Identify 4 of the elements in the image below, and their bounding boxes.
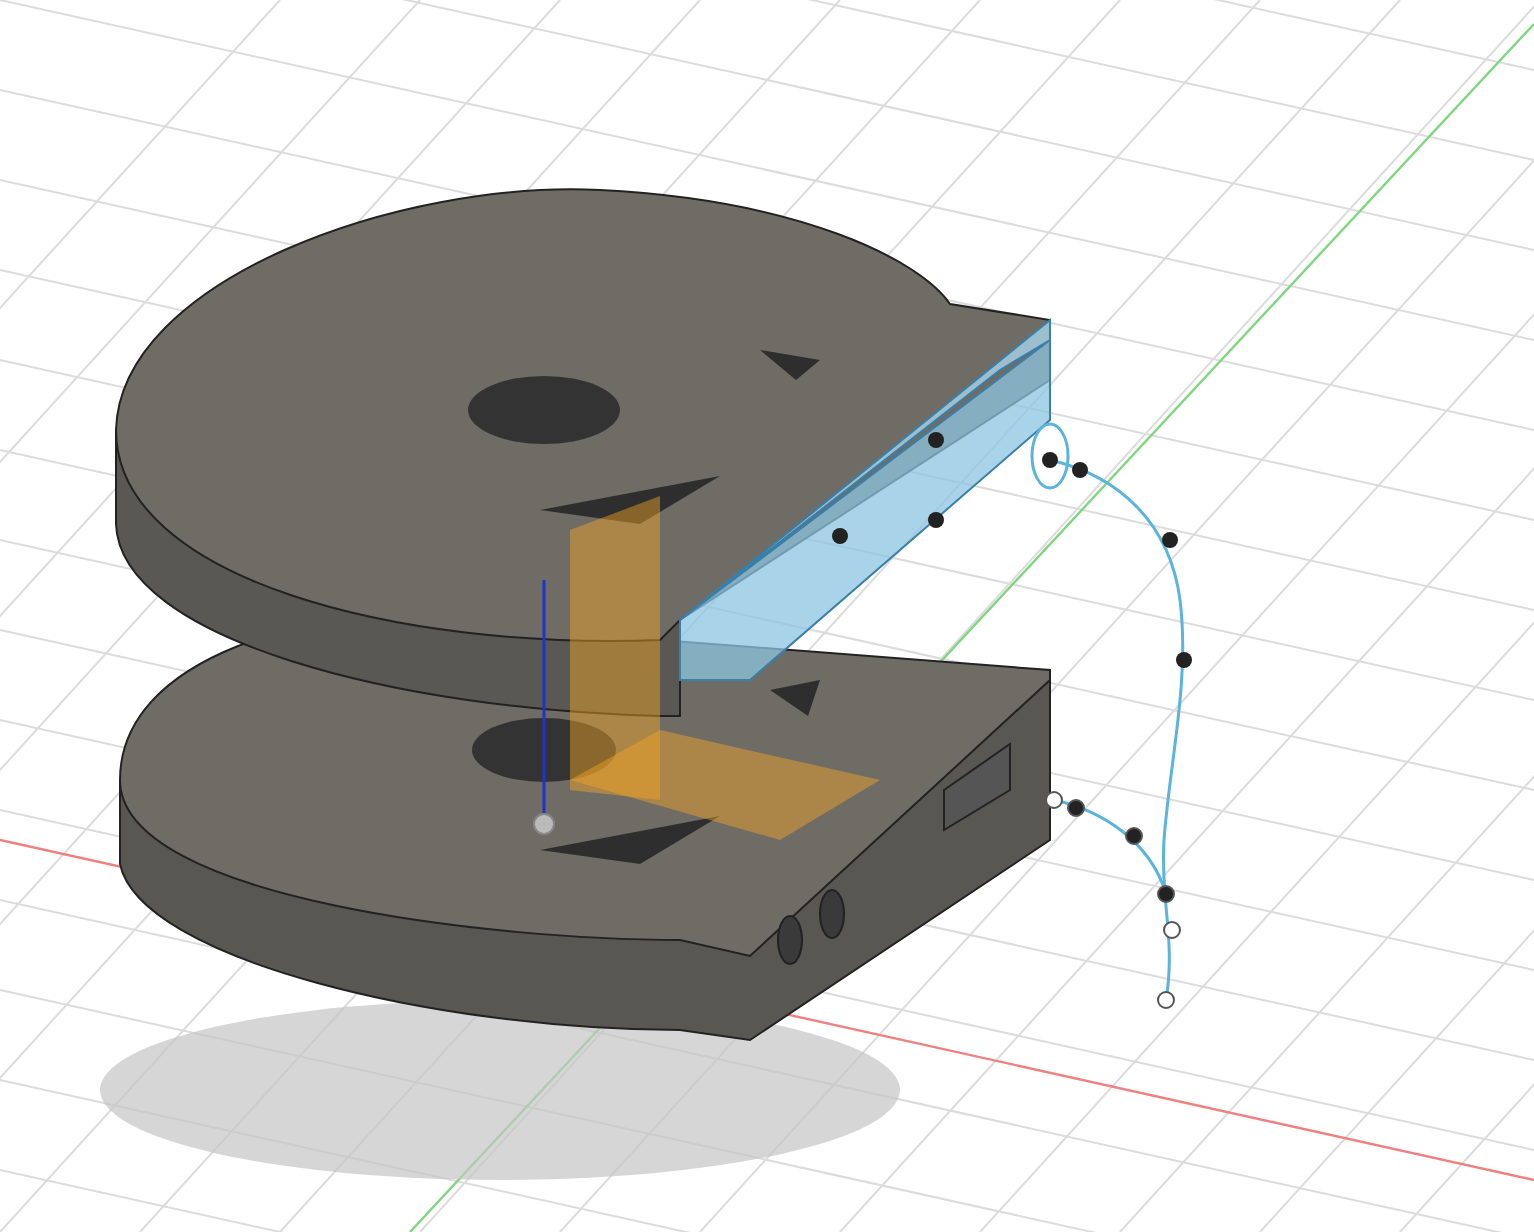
cad-viewport[interactable]	[0, 0, 1534, 1232]
selected-body[interactable]	[533, 317, 1051, 840]
model-drawing[interactable]	[115, 188, 1051, 1041]
sketch-spline[interactable]	[832, 422, 1192, 1009]
